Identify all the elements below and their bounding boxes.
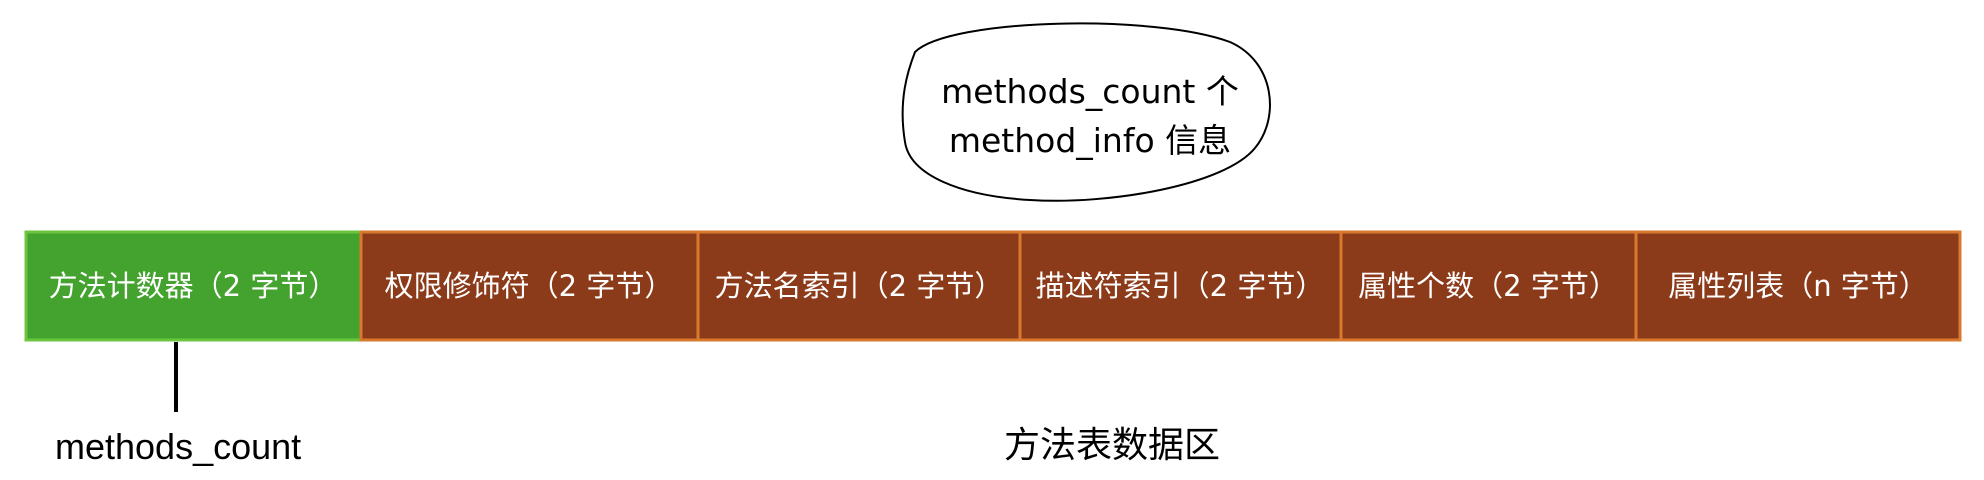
field-cell-attributes-list: 属性列表（n 字节） (1634, 230, 1962, 342)
field-label-attributes-list: 属性列表（n 字节） (1668, 269, 1928, 303)
field-cell-access-flags: 权限修饰符（2 字节） (359, 230, 700, 342)
field-strip: 方法计数器（2 字节） 权限修饰符（2 字节） 方法名索引（2 字节） 描述符索… (24, 230, 1962, 342)
methods-count-caption: methods_count (55, 426, 301, 467)
bubble-outline (901, 22, 1271, 202)
field-cell-name-index: 方法名索引（2 字节） (696, 230, 1022, 342)
field-cell-descriptor-index: 描述符索引（2 字节） (1018, 230, 1343, 342)
method-table-diagram: methods_count 个 method_info 信息 方法计数器（2 字… (24, 22, 1962, 467)
field-label-descriptor-index: 描述符索引（2 字节） (1036, 269, 1325, 303)
bubble-line-1: methods_count 个 (941, 72, 1239, 111)
method-table-caption: 方法表数据区 (1004, 424, 1220, 465)
field-cell-method-counter: 方法计数器（2 字节） (24, 230, 363, 342)
thought-bubble: methods_count 个 method_info 信息 (901, 22, 1271, 202)
field-label-attributes-count: 属性个数（2 字节） (1358, 269, 1618, 303)
bubble-line-2: method_info 信息 (949, 121, 1231, 160)
field-cell-attributes-count: 属性个数（2 字节） (1339, 230, 1638, 342)
field-label-method-counter: 方法计数器（2 字节） (49, 269, 338, 303)
field-label-access-flags: 权限修饰符（2 字节） (385, 269, 674, 303)
field-label-name-index: 方法名索引（2 字节） (715, 269, 1004, 303)
